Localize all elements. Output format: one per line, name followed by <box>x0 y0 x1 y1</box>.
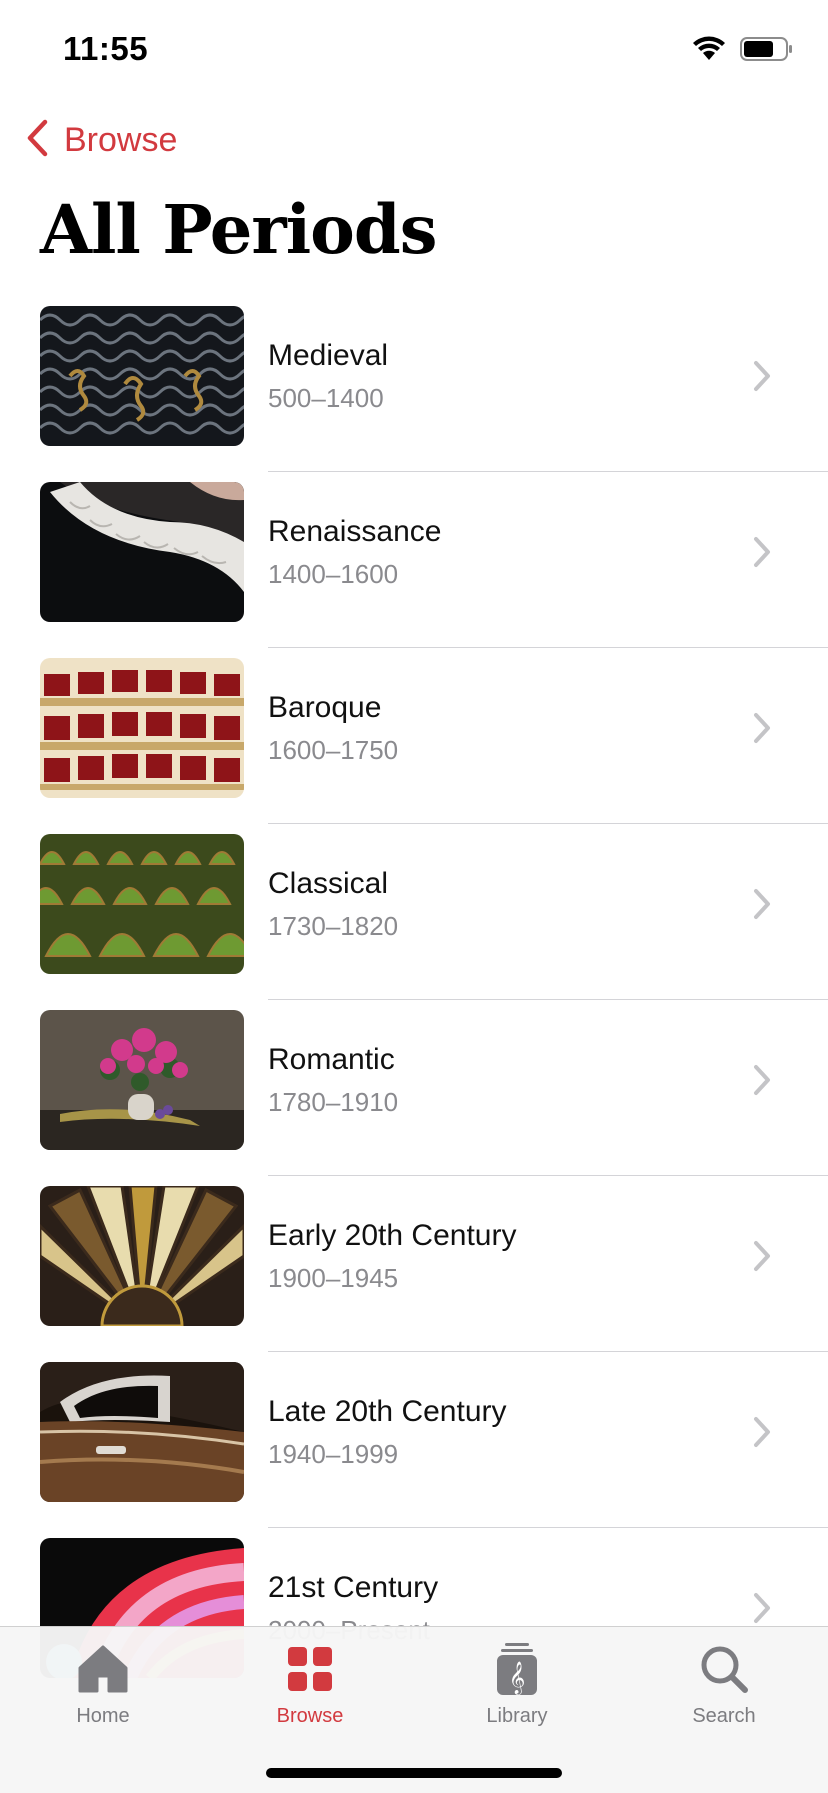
tab-search[interactable]: Search <box>649 1641 799 1741</box>
list-item-renaissance[interactable]: Renaissance 1400–1600 <box>0 472 828 648</box>
tab-label: Home <box>76 1705 130 1727</box>
art-deco-fan-thumbnail <box>40 1186 244 1326</box>
chainmail-thumbnail <box>40 306 244 446</box>
period-title: Late 20th Century <box>268 1395 507 1428</box>
grid-icon <box>282 1641 338 1697</box>
status-time: 11:55 <box>63 30 149 67</box>
wifi-icon <box>692 36 726 67</box>
search-icon <box>696 1641 752 1697</box>
chevron-right-icon <box>750 1590 774 1631</box>
list-item-romantic[interactable]: Romantic 1780–1910 <box>0 1000 828 1176</box>
home-icon <box>75 1641 131 1697</box>
tab-browse[interactable]: Browse <box>235 1641 385 1741</box>
chevron-right-icon <box>750 534 774 575</box>
tab-home[interactable]: Home <box>28 1641 178 1741</box>
chevron-right-icon <box>750 358 774 399</box>
page-title: All Periods <box>40 190 437 269</box>
list-item-baroque[interactable]: Baroque 1600–1750 <box>0 648 828 824</box>
ruff-collar-thumbnail <box>40 482 244 622</box>
green-chairs-thumbnail <box>40 834 244 974</box>
period-title: 21st Century <box>268 1571 439 1604</box>
period-title: Romantic <box>268 1043 395 1076</box>
flower-still-life-thumbnail <box>40 1010 244 1150</box>
list-item-early-20th-century[interactable]: Early 20th Century 1900–1945 <box>0 1176 828 1352</box>
tab-library[interactable]: 𝄞 Library <box>442 1641 592 1741</box>
period-years: 1730–1820 <box>268 911 399 941</box>
period-years: 1780–1910 <box>268 1087 399 1117</box>
home-indicator <box>266 1768 562 1778</box>
chevron-right-icon <box>750 710 774 751</box>
period-years: 1900–1945 <box>268 1263 399 1293</box>
period-years: 1940–1999 <box>268 1439 399 1469</box>
svg-text:𝄞: 𝄞 <box>509 1661 526 1695</box>
tab-label: Library <box>486 1705 548 1727</box>
list-item-medieval[interactable]: Medieval 500–1400 <box>0 296 828 472</box>
period-years: 1400–1600 <box>268 559 399 589</box>
status-icons <box>692 36 794 67</box>
chevron-right-icon <box>750 886 774 927</box>
chevron-left-icon <box>24 118 50 163</box>
tab-label: Browse <box>276 1705 344 1727</box>
period-title: Classical <box>268 867 389 900</box>
back-button[interactable]: Browse <box>24 118 177 163</box>
library-icon: 𝄞 <box>489 1641 545 1697</box>
vintage-car-thumbnail <box>40 1362 244 1502</box>
tab-label: Search <box>692 1705 756 1727</box>
status-bar: 11:55 <box>0 0 828 100</box>
list-item-late-20th-century[interactable]: Late 20th Century 1940–1999 <box>0 1352 828 1528</box>
period-title: Renaissance <box>268 515 442 548</box>
period-title: Medieval <box>268 339 389 372</box>
chevron-right-icon <box>750 1238 774 1279</box>
period-years: 500–1400 <box>268 383 384 413</box>
back-label: Browse <box>64 121 178 159</box>
period-years: 1600–1750 <box>268 735 399 765</box>
period-title: Baroque <box>268 691 382 724</box>
list-item-classical[interactable]: Classical 1730–1820 <box>0 824 828 1000</box>
battery-icon <box>740 36 794 67</box>
opera-boxes-thumbnail <box>40 658 244 798</box>
period-list: Medieval 500–1400 Renaissance 1400–1600 <box>0 296 828 1704</box>
period-title: Early 20th Century <box>268 1219 517 1252</box>
chevron-right-icon <box>750 1414 774 1455</box>
chevron-right-icon <box>750 1062 774 1103</box>
